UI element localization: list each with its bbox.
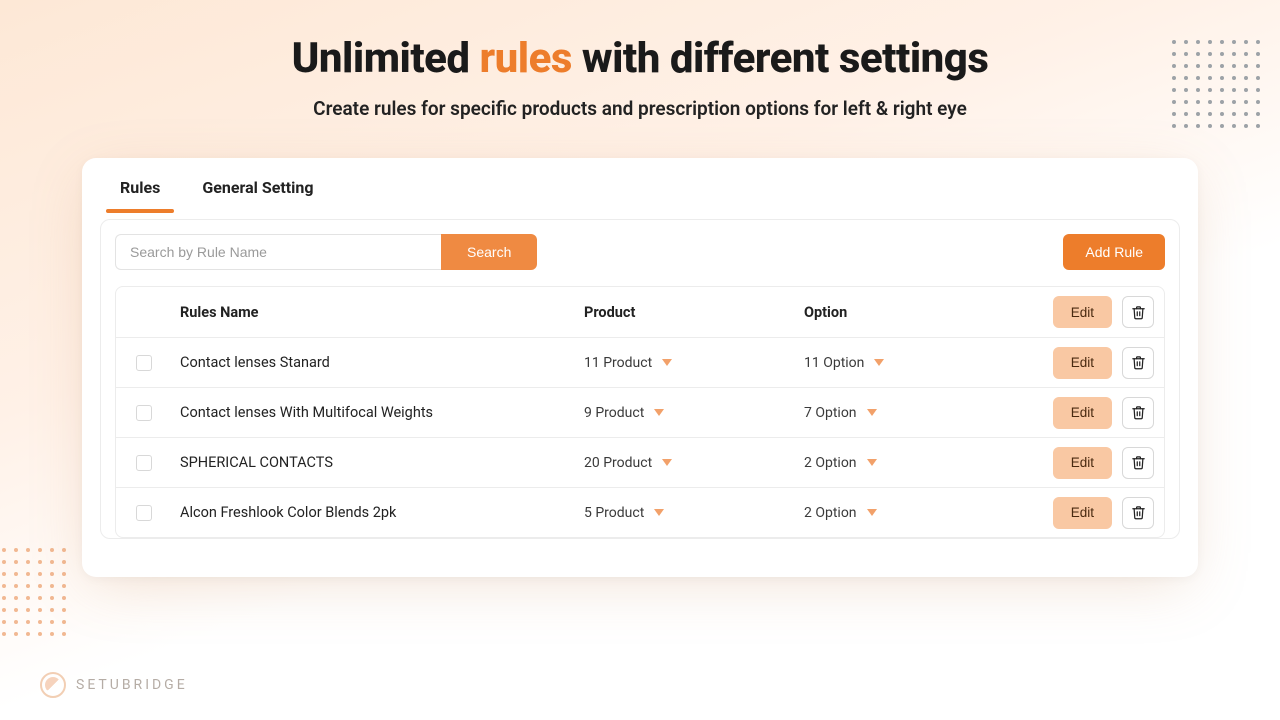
page-heading: Unlimited rules with different settings … [0, 0, 1280, 120]
caret-down-icon [874, 359, 884, 366]
product-count: 9 Product [584, 405, 644, 421]
table-row: SPHERICAL CONTACTS 20 Product 2 Option E… [116, 437, 1164, 487]
caret-down-icon [654, 509, 664, 516]
tab-bar: Rules General Setting [82, 158, 1198, 211]
rule-name: Contact lenses Stanard [172, 354, 584, 371]
trash-icon [1131, 305, 1146, 320]
row-actions: Edit [994, 347, 1154, 379]
trash-icon [1131, 455, 1146, 470]
caret-down-icon [662, 359, 672, 366]
rule-name: Alcon Freshlook Color Blends 2pk [172, 504, 584, 521]
trash-icon [1131, 355, 1146, 370]
row-actions: Edit [994, 447, 1154, 479]
edit-button[interactable]: Edit [1053, 296, 1112, 328]
header-product: Product [584, 304, 804, 321]
edit-button[interactable]: Edit [1053, 447, 1112, 479]
option-cell[interactable]: 2 Option [804, 505, 994, 521]
product-cell[interactable]: 9 Product [584, 405, 804, 421]
title-accent: rules [480, 34, 572, 83]
edit-button[interactable]: Edit [1053, 397, 1112, 429]
rule-name: Contact lenses With Multifocal Weights [172, 404, 584, 421]
row-checkbox[interactable] [116, 355, 172, 371]
product-cell[interactable]: 20 Product [584, 455, 804, 471]
table-header-row: Rules Name Product Option Edit [116, 287, 1164, 337]
option-count: 2 Option [804, 505, 857, 521]
option-count: 11 Option [804, 355, 864, 371]
product-count: 20 Product [584, 455, 652, 471]
main-card: Rules General Setting Search Add Rule Ru… [82, 158, 1198, 577]
option-count: 7 Option [804, 405, 857, 421]
delete-button[interactable] [1122, 347, 1154, 379]
product-count: 11 Product [584, 355, 652, 371]
product-cell[interactable]: 11 Product [584, 355, 804, 371]
rule-name: SPHERICAL CONTACTS [172, 454, 584, 471]
row-actions: Edit [994, 497, 1154, 529]
decorative-dots-bl [2, 548, 68, 638]
delete-button[interactable] [1122, 447, 1154, 479]
header-option: Option [804, 304, 994, 321]
table-row: Contact lenses Stanard 11 Product 11 Opt… [116, 337, 1164, 387]
caret-down-icon [867, 459, 877, 466]
caret-down-icon [654, 409, 664, 416]
edit-button[interactable]: Edit [1053, 347, 1112, 379]
table-row: Contact lenses With Multifocal Weights 9… [116, 387, 1164, 437]
row-checkbox[interactable] [116, 405, 172, 421]
row-checkbox[interactable] [116, 455, 172, 471]
option-count: 2 Option [804, 455, 857, 471]
option-cell[interactable]: 11 Option [804, 355, 994, 371]
search-button[interactable]: Search [441, 234, 537, 270]
header-actions: Edit [994, 296, 1154, 328]
delete-button[interactable] [1122, 497, 1154, 529]
header-checkbox-cell [116, 304, 172, 320]
page-subtitle: Create rules for specific products and p… [0, 97, 1280, 120]
caret-down-icon [662, 459, 672, 466]
row-checkbox[interactable] [116, 505, 172, 521]
tab-rules[interactable]: Rules [116, 178, 164, 211]
brand-name: SETUBRIDGE [76, 677, 188, 693]
row-actions: Edit [994, 397, 1154, 429]
rules-table: Rules Name Product Option Edit Contact l… [115, 286, 1165, 538]
trash-icon [1131, 505, 1146, 520]
rules-panel: Search Add Rule Rules Name Product Optio… [100, 219, 1180, 539]
add-rule-button[interactable]: Add Rule [1063, 234, 1165, 270]
toolbar: Search Add Rule [115, 234, 1165, 270]
product-cell[interactable]: 5 Product [584, 505, 804, 521]
title-post: with different settings [572, 34, 988, 83]
delete-button[interactable] [1122, 296, 1154, 328]
footer-brand: SETUBRIDGE [40, 672, 188, 698]
title-pre: Unlimited [292, 34, 480, 83]
search-input[interactable] [115, 234, 441, 270]
header-name: Rules Name [172, 304, 584, 321]
trash-icon [1131, 405, 1146, 420]
caret-down-icon [867, 509, 877, 516]
search-wrap: Search [115, 234, 537, 270]
option-cell[interactable]: 2 Option [804, 455, 994, 471]
brand-logo-icon [40, 672, 66, 698]
page-title: Unlimited rules with different settings [0, 34, 1280, 83]
delete-button[interactable] [1122, 397, 1154, 429]
caret-down-icon [867, 409, 877, 416]
edit-button[interactable]: Edit [1053, 497, 1112, 529]
product-count: 5 Product [584, 505, 644, 521]
option-cell[interactable]: 7 Option [804, 405, 994, 421]
table-row: Alcon Freshlook Color Blends 2pk 5 Produ… [116, 487, 1164, 537]
tab-general-setting[interactable]: General Setting [198, 178, 317, 211]
